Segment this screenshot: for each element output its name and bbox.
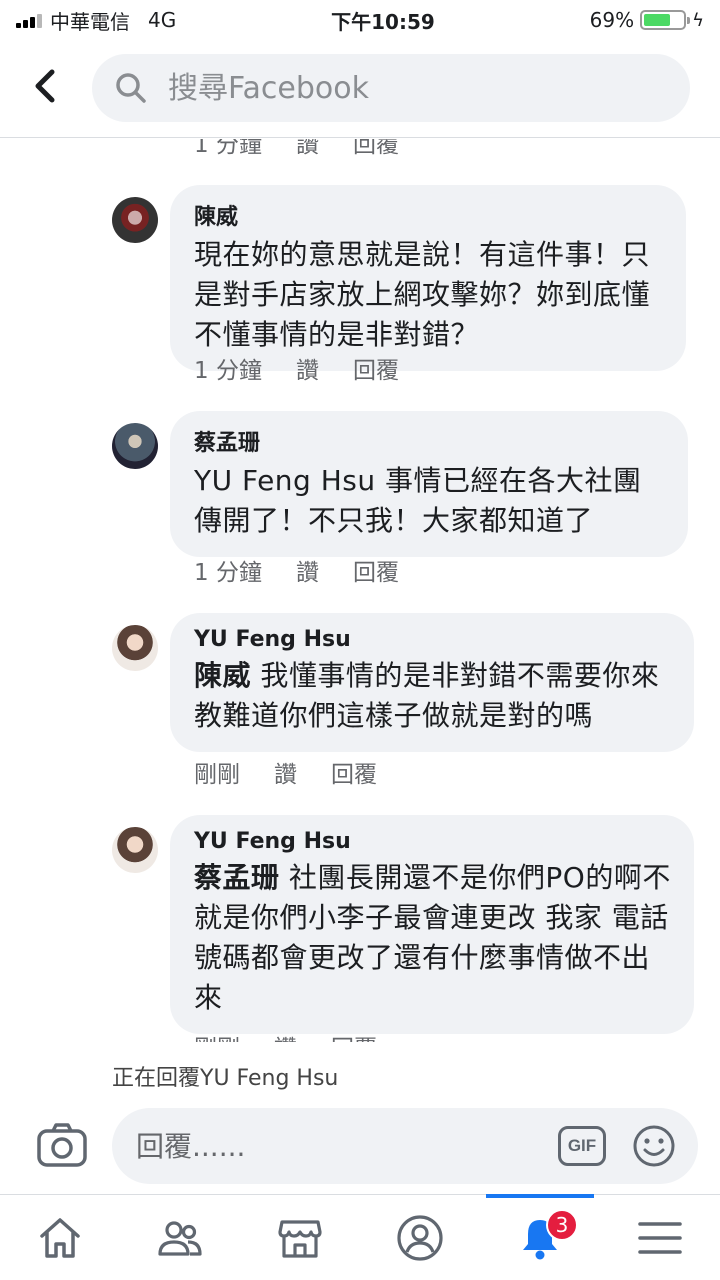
replying-to-label: 正在回覆YU Feng Hsu xyxy=(112,1066,339,1091)
comment-body: 現在妳的意思就是說！有這件事！只是對手店家放上網攻擊妳？妳到底懂不懂事情的是非對… xyxy=(194,238,651,351)
reply-button[interactable]: 回覆 xyxy=(331,1029,377,1042)
comment-author[interactable]: YU Feng Hsu xyxy=(194,627,672,652)
comment-body: 我懂事情的是非對錯不需要你來教難道你們這樣子做就是對的嗎 xyxy=(194,659,660,732)
comment-body: YU Feng Hsu 事情已經在各大社團傳開了！不只我！大家都知道了 xyxy=(194,464,642,537)
smiley-icon xyxy=(633,1125,675,1167)
reply-button[interactable]: 回覆 xyxy=(353,553,399,587)
reply-button[interactable]: 回覆 xyxy=(353,351,399,385)
tab-menu[interactable] xyxy=(600,1195,720,1280)
tab-notifications[interactable]: 3 xyxy=(480,1194,600,1280)
comment-thread: 1 分鐘 讚 回覆 陳威 現在妳的意思就是說！有這件事！只是對手店家放上網攻擊妳… xyxy=(0,139,720,1042)
marketplace-icon xyxy=(278,1220,322,1258)
profile-icon xyxy=(397,1215,443,1261)
mention-link[interactable]: 陳威 xyxy=(194,659,251,692)
like-button[interactable]: 讚 xyxy=(274,755,297,789)
comment-text: 蔡孟珊 社團長開還不是你們PO的啊不就是你們小李子最會連更改 我家 電話號碼都會… xyxy=(194,858,672,1018)
comment-time: 1 分鐘 xyxy=(194,358,262,384)
comment-time: 剛剛 xyxy=(194,762,240,788)
comment-text: 陳威 我懂事情的是非對錯不需要你來教難道你們這樣子做就是對的嗎 xyxy=(194,656,672,736)
tab-profile[interactable] xyxy=(360,1195,480,1280)
tab-friends[interactable] xyxy=(120,1195,240,1280)
avatar[interactable] xyxy=(112,423,158,469)
mention-link[interactable]: 蔡孟珊 xyxy=(194,861,280,894)
battery-percent: 69% xyxy=(589,8,635,32)
comment-bubble: YU Feng Hsu 蔡孟珊 社團長開還不是你們PO的啊不就是你們小李子最會連… xyxy=(170,815,694,1034)
comment-time: 1 分鐘 xyxy=(194,139,262,158)
comment-actions: 1 分鐘 讚 回覆 xyxy=(194,553,399,587)
signal-icon xyxy=(16,12,42,28)
search-input[interactable] xyxy=(168,70,608,106)
charging-icon: ϟ xyxy=(692,9,704,31)
notification-badge: 3 xyxy=(546,1209,578,1241)
search-icon xyxy=(116,73,146,103)
comment-actions: 剛剛 讚 回覆 xyxy=(194,1029,377,1042)
carrier-label: 中華電信 xyxy=(50,9,130,34)
comment-author[interactable]: YU Feng Hsu xyxy=(194,829,672,854)
camera-icon xyxy=(37,1123,87,1167)
clock: 下午10:59 xyxy=(331,9,435,34)
tab-marketplace[interactable] xyxy=(240,1195,360,1280)
bottom-tab-bar: 3 xyxy=(0,1194,720,1280)
emoji-button[interactable] xyxy=(632,1124,676,1168)
reply-button[interactable]: 回覆 xyxy=(331,755,377,789)
comment-author[interactable]: 陳威 xyxy=(194,199,664,231)
status-left: 中華電信 4G xyxy=(16,6,176,35)
like-button[interactable]: 讚 xyxy=(274,1029,297,1042)
chevron-left-icon xyxy=(35,69,55,103)
friends-icon xyxy=(158,1221,202,1256)
avatar[interactable] xyxy=(112,197,158,243)
avatar[interactable] xyxy=(112,625,158,671)
comment-actions: 剛剛 讚 回覆 xyxy=(194,755,377,789)
comment-text: 現在妳的意思就是說！有這件事！只是對手店家放上網攻擊妳？妳到底懂不懂事情的是非對… xyxy=(194,235,664,355)
status-right: 69% ϟ xyxy=(590,8,704,32)
like-button[interactable]: 讚 xyxy=(296,553,319,587)
battery-fill xyxy=(644,14,671,26)
top-header xyxy=(0,40,720,138)
comment-author[interactable]: 蔡孟珊 xyxy=(194,425,666,457)
reply-input[interactable] xyxy=(136,1129,536,1163)
comment-text: YU Feng Hsu 事情已經在各大社團傳開了！不只我！大家都知道了 xyxy=(194,461,666,541)
avatar[interactable] xyxy=(112,827,158,873)
comment-bubble: 蔡孟珊 YU Feng Hsu 事情已經在各大社團傳開了！不只我！大家都知道了 xyxy=(170,411,688,557)
battery-icon xyxy=(640,10,691,30)
reply-button[interactable]: 回覆 xyxy=(353,139,399,159)
search-bar[interactable] xyxy=(92,54,690,122)
like-button[interactable]: 讚 xyxy=(296,351,319,385)
menu-icon xyxy=(638,1222,682,1254)
gif-button[interactable]: GIF xyxy=(558,1126,606,1166)
reply-composer: GIF xyxy=(0,1106,720,1186)
camera-button[interactable] xyxy=(36,1122,88,1170)
like-button[interactable]: 讚 xyxy=(296,139,319,159)
comment-time: 剛剛 xyxy=(194,1029,240,1042)
status-bar: 中華電信 4G 下午10:59 69% ϟ xyxy=(0,0,720,40)
comment-bubble: YU Feng Hsu 陳威 我懂事情的是非對錯不需要你來教難道你們這樣子做就是… xyxy=(170,613,694,752)
network-label: 4G xyxy=(148,8,177,32)
comment-actions: 1 分鐘 讚 回覆 xyxy=(194,351,399,385)
comment-actions-partial: 1 分鐘 讚 回覆 xyxy=(194,139,399,159)
tab-home[interactable] xyxy=(0,1195,120,1280)
back-button[interactable] xyxy=(26,64,66,108)
comment-bubble: 陳威 現在妳的意思就是說！有這件事！只是對手店家放上網攻擊妳？妳到底懂不懂事情的… xyxy=(170,185,686,371)
home-icon xyxy=(40,1218,80,1258)
comment-time: 1 分鐘 xyxy=(194,560,262,586)
reply-field[interactable]: GIF xyxy=(112,1108,698,1184)
